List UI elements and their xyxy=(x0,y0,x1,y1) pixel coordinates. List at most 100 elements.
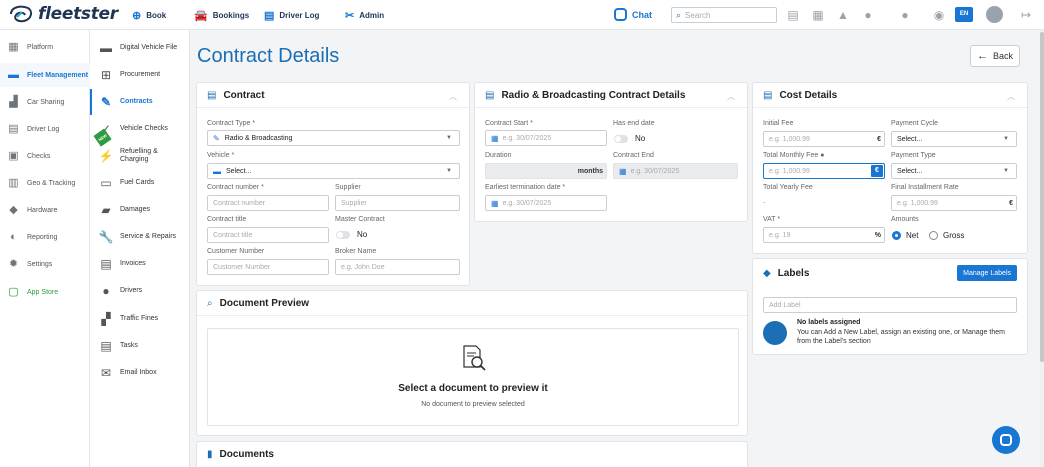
initial-fee-field[interactable]: e.g. 1,000.99 € xyxy=(763,131,885,147)
gross-radio[interactable] xyxy=(929,231,938,240)
contract-card-header[interactable]: ▤ Contract ︿ xyxy=(197,83,469,108)
sidebar-item-driver-log[interactable]: ▤ Driver Log xyxy=(0,117,90,141)
contract-start-field[interactable]: ▦ e.g. 30/07/2025 xyxy=(485,130,607,146)
logout-icon[interactable]: ↦ xyxy=(1019,8,1033,22)
scrollbar-thumb[interactable] xyxy=(1040,32,1044,362)
sidebar-item-contracts[interactable]: ✎ Contracts xyxy=(90,89,190,115)
radio-broadcasting-card: ▤ Radio & Broadcasting Contract Details … xyxy=(474,82,748,222)
sidebar-item-traffic-fines[interactable]: ▞ Traffic Fines xyxy=(90,306,190,332)
supplier-field[interactable]: Supplier xyxy=(335,195,460,211)
document-preview-card: ⌕ Document Preview Select a document to … xyxy=(196,290,748,436)
car-icon: 🚘 xyxy=(194,10,208,22)
net-radio[interactable] xyxy=(892,231,901,240)
contract-title-field[interactable]: Contract title xyxy=(207,227,329,243)
sidebar-item-label: Invoices xyxy=(120,260,146,267)
checks-icon: ▣ xyxy=(8,149,19,162)
documents-card-header: ▮ Documents xyxy=(197,442,747,467)
sidebar-item-platform[interactable]: ▦ Platform xyxy=(0,35,90,59)
chat-button[interactable]: Chat xyxy=(614,8,652,21)
total-yearly-fee-value: - xyxy=(763,198,766,207)
language-button[interactable]: EN xyxy=(955,7,973,22)
sidebar-item-settings[interactable]: ✹ Settings xyxy=(0,252,90,276)
help-icon[interactable]: ● xyxy=(898,8,912,22)
nav-book[interactable]: ⊕ Book xyxy=(132,9,166,22)
vat-field[interactable]: e.g. 19 % xyxy=(763,227,885,243)
sidebar-item-label: App Store xyxy=(27,288,59,296)
chevron-up-icon[interactable]: ︿ xyxy=(1007,91,1015,102)
has-end-date-toggle[interactable] xyxy=(614,135,628,143)
avatar[interactable] xyxy=(986,6,1003,23)
cart-icon: ⊞ xyxy=(100,67,112,82)
preview-card-title: Document Preview xyxy=(219,297,310,309)
add-label-input[interactable]: Add Label xyxy=(763,297,1017,313)
document-preview-icon xyxy=(463,345,486,371)
fleetster-logo[interactable]: fleetster xyxy=(8,4,118,24)
payment-cycle-select[interactable]: Select... ▼ xyxy=(891,131,1017,147)
cost-card-header[interactable]: ▤ Cost Details ︿ xyxy=(753,83,1027,108)
sidebar-item-email-inbox[interactable]: ✉ Email Inbox xyxy=(90,360,190,386)
globe-icon[interactable]: ◉ xyxy=(932,8,946,22)
chat-label: Chat xyxy=(632,9,652,20)
calendar-icon[interactable]: ▦ xyxy=(811,8,825,22)
sidebar-item-label: Car Sharing xyxy=(27,98,65,106)
sidebar-item-geo-tracking[interactable]: ▥ Geo & Tracking xyxy=(0,171,90,195)
chat-fab-button[interactable] xyxy=(992,426,1020,454)
final-installment-field[interactable]: e.g. 1,000.99 € xyxy=(891,195,1017,211)
nav-bookings[interactable]: 🚘 Bookings xyxy=(194,9,249,22)
sidebar-item-checks[interactable]: ▣ Checks xyxy=(0,144,90,168)
tasks-icon: ▤ xyxy=(100,338,112,353)
sidebar-item-procurement[interactable]: ⊞ Procurement xyxy=(90,62,190,88)
manage-labels-button[interactable]: Manage Labels xyxy=(957,265,1017,281)
broker-name-field[interactable]: e.g. John Doe xyxy=(335,259,460,275)
car-icon: ▬ xyxy=(213,166,221,176)
sidebar-item-app-store[interactable]: ▢ App Store xyxy=(0,280,90,304)
vehicle-select[interactable]: ▬ Select... ▼ xyxy=(207,163,460,179)
currency-suffix: € xyxy=(877,135,881,143)
contract-type-select[interactable]: ✎ Radio & Broadcasting ▼ xyxy=(207,130,460,146)
document-search-icon: ⌕ xyxy=(207,297,213,309)
sidebar-item-tasks[interactable]: ▤ Tasks xyxy=(90,333,190,359)
info-icon[interactable]: ● xyxy=(820,152,824,159)
payment-type-select[interactable]: Select... ▼ xyxy=(891,163,1017,179)
documents-card: ▮ Documents xyxy=(196,441,748,467)
sidebar-item-digital-vehicle-file[interactable]: ▬ Digital Vehicle File xyxy=(90,35,190,61)
fine-icon: ▞ xyxy=(101,311,111,326)
sidebar-item-hardware[interactable]: ◆ Hardware xyxy=(0,198,90,222)
sidebar-item-vehicle-checks[interactable]: ✓ NEW Vehicle Checks xyxy=(90,116,190,147)
nav-driver-log[interactable]: ▤ Driver Log xyxy=(264,9,319,22)
tag-icon: ◆ xyxy=(763,267,771,279)
chevron-up-icon[interactable]: ︿ xyxy=(727,91,735,102)
has-end-date-label: Has end date xyxy=(613,120,655,127)
document-icon[interactable]: ▤ xyxy=(786,8,800,22)
cost-details-card: ▤ Cost Details ︿ Initial Fee e.g. 1,000.… xyxy=(752,82,1028,254)
chevron-up-icon[interactable]: ︿ xyxy=(449,91,457,102)
earliest-termination-field[interactable]: ▦ e.g. 30/07/2025 xyxy=(485,195,607,211)
sidebar-item-label: Traffic Fines xyxy=(120,315,159,322)
sidebar-item-invoices[interactable]: ▤ Invoices xyxy=(90,251,190,277)
radio-card-header[interactable]: ▤ Radio & Broadcasting Contract Details … xyxy=(475,83,747,108)
sidebar-item-label: Hardware xyxy=(27,206,58,214)
sidebar-item-label: Fuel Cards xyxy=(120,179,155,186)
master-contract-toggle[interactable] xyxy=(336,231,350,239)
contract-end-field[interactable]: ▦ e.g. 30/07/2025 xyxy=(613,163,738,179)
tools-icon: ✂ xyxy=(345,10,355,22)
scrollbar[interactable] xyxy=(1040,30,1044,467)
search-input[interactable]: ⌕ Search xyxy=(671,7,777,23)
sidebar-item-reporting[interactable]: ◐ Reporting xyxy=(0,225,90,249)
sidebar-item-car-sharing[interactable]: ▟ Car Sharing xyxy=(0,90,90,114)
sidebar-item-service-repairs[interactable]: 🔧 Service & Repairs xyxy=(90,224,190,250)
contract-number-field[interactable]: Contract number xyxy=(207,195,329,211)
sidebar-item-damages[interactable]: ▰ Damages xyxy=(90,197,190,223)
sidebar-item-refuelling-charging[interactable]: ⚡ Refuelling & Charging xyxy=(90,143,190,169)
secondary-sidebar: ▬ Digital Vehicle File ⊞ Procurement ✎ C… xyxy=(90,30,190,467)
back-button[interactable]: ← Back xyxy=(970,45,1020,67)
sidebar-item-fleet-management[interactable]: ▬ Fleet Management xyxy=(0,63,90,87)
sidebar-item-drivers[interactable]: ● Drivers xyxy=(90,278,190,304)
nav-admin[interactable]: ✂ Admin xyxy=(345,9,384,22)
customer-number-field[interactable]: Customer Number xyxy=(207,259,329,275)
duration-field[interactable]: months xyxy=(485,163,607,179)
info-icon[interactable]: ● xyxy=(861,8,875,22)
warning-icon[interactable]: ▲ xyxy=(836,8,850,22)
total-monthly-fee-field[interactable]: e.g. 1,000.99 € xyxy=(763,163,885,179)
sidebar-item-fuel-cards[interactable]: ▭ Fuel Cards xyxy=(90,170,190,196)
